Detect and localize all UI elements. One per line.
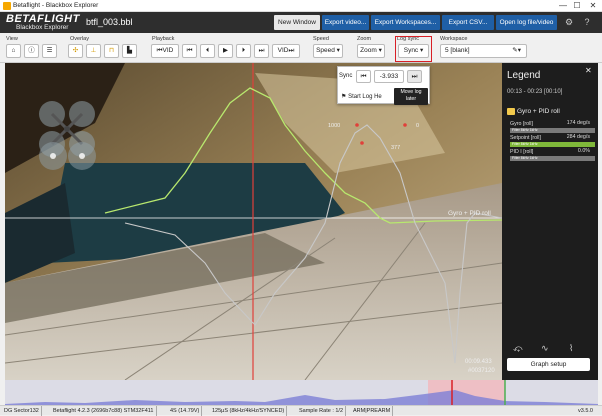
status-bar: DG Sector132 Betaflight 4.2.3 (2696b7c88…: [0, 405, 602, 416]
pencil-icon[interactable]: ✎▾: [512, 45, 521, 57]
value-label-0: 0: [416, 123, 420, 129]
zoom-group-label: Zoom: [357, 36, 372, 42]
legend-range: 00:13 - 00:23 [00:10]: [507, 89, 563, 95]
sync-label: Sync: [339, 73, 353, 79]
gyro-trace: [104, 87, 502, 224]
step-forward-icon: ⏵: [241, 47, 246, 54]
waveform-icon[interactable]: ∿: [541, 343, 549, 354]
new-window-button[interactable]: New Window: [274, 15, 320, 30]
flag-icon: ⚑: [341, 94, 347, 100]
workspace-group-label: Workspace: [440, 36, 468, 42]
value-label-377: 377: [391, 145, 401, 151]
cursor-marker-1: [355, 123, 359, 127]
overlay-bars-button[interactable]: ▙: [122, 44, 137, 58]
app-subtitle: Blackbox Explorer: [16, 24, 69, 31]
jump-end-button[interactable]: ⏭: [254, 44, 269, 58]
skip-start-icon: ⏮: [186, 47, 193, 54]
log-timeline[interactable]: [5, 380, 598, 405]
info-icon: ⓘ: [28, 47, 35, 54]
folder-icon: [507, 108, 515, 115]
video-back-button[interactable]: ⏮VID: [151, 44, 179, 58]
legend-panel: Legend ✕ 00:13 - 00:23 [00:10] Gyro + PI…: [502, 63, 598, 380]
workspace-select[interactable]: 5 [blank] ✎▾: [440, 44, 527, 58]
spectrum-icon[interactable]: ⤽: [513, 343, 523, 354]
info-view-button[interactable]: ⓘ: [24, 44, 39, 58]
table-icon: ☰: [46, 47, 53, 54]
analyser-icon: ⊓: [108, 47, 115, 54]
cursor-marker-2: [360, 141, 364, 145]
playback-group-label: Playback: [152, 36, 175, 42]
skip-end-icon: ⏭: [258, 47, 265, 54]
home-icon: ⌂: [11, 47, 16, 54]
export-workspaces-button[interactable]: Export Workspaces...: [371, 15, 440, 30]
play-button[interactable]: ▶: [218, 44, 233, 58]
trace-label: Gyro + PID roll: [448, 210, 491, 217]
open-log-button[interactable]: Open log file/video: [496, 15, 557, 30]
sync-offset-input[interactable]: -3.933: [374, 70, 404, 83]
log-filename: btfl_003.bbl: [86, 17, 133, 27]
app-icon: [3, 2, 11, 10]
close-icon[interactable]: ✕: [585, 66, 592, 75]
move-log-later-button[interactable]: ⏭: [407, 70, 422, 83]
stick-overlay: [38, 141, 68, 171]
maximize-button[interactable]: ☐: [572, 1, 582, 11]
legend-row[interactable]: Setpoint [roll] 284 deg/s Filter 8kHz 1k…: [510, 134, 595, 147]
craft-icon: ✣: [72, 47, 79, 54]
cursor-marker-3: [403, 123, 407, 127]
overlay-craft-button[interactable]: ✣: [68, 44, 83, 58]
close-window-button[interactable]: ✕: [588, 1, 598, 11]
fast-forward-icon: ⏭: [288, 47, 295, 54]
gear-icon[interactable]: ⚙: [562, 15, 576, 30]
move-log-later-tooltip: Move log later: [394, 88, 428, 105]
step-forward-button[interactable]: ⏵: [236, 44, 251, 58]
video-forward-button[interactable]: VID⏭: [272, 44, 300, 58]
speed-dropdown[interactable]: Speed ▾: [313, 44, 343, 58]
export-video-button[interactable]: Export video...: [322, 15, 369, 30]
play-icon: ▶: [223, 47, 228, 54]
overlay-sticks-button[interactable]: ⊥: [86, 44, 101, 58]
video-time: 00:09.433: [465, 359, 492, 365]
skip-back-icon: ⏮: [360, 73, 367, 80]
view-group-label: View: [6, 36, 18, 42]
value-label-1000: 1000: [328, 123, 341, 129]
sticks-icon: ⊥: [90, 47, 97, 54]
bar-chart-icon: ▙: [127, 47, 132, 54]
legend-row[interactable]: Gyro [roll] 174 deg/s Filter 8kHz 1kHz: [510, 120, 595, 133]
export-csv-button[interactable]: Export CSV...: [442, 15, 494, 30]
skip-forward-icon: ⏭: [411, 73, 418, 80]
sync-highlight-box: [395, 36, 432, 62]
jump-start-button[interactable]: ⏮: [182, 44, 197, 58]
overlay-group-label: Overlay: [70, 36, 89, 42]
legend-title: Legend: [507, 70, 541, 81]
frame-number: #0037120: [468, 368, 495, 374]
legend-row[interactable]: PID I [roll] 0.0% Filter 8kHz 1kHz: [510, 148, 595, 161]
start-log-here-item[interactable]: ⚑ Start Log He: [341, 93, 382, 100]
stick-overlay-right: [67, 141, 97, 171]
window-title: Betaflight - Blackbox Explorer: [13, 2, 99, 9]
window-titlebar: Betaflight - Blackbox Explorer — ☐ ✕: [0, 0, 602, 12]
step-back-icon: ⏴: [205, 47, 210, 54]
step-back-button[interactable]: ⏴: [200, 44, 215, 58]
zoom-dropdown[interactable]: Zoom ▾: [357, 44, 385, 58]
timeline-chart: [5, 380, 598, 405]
overlay-analyser-button[interactable]: ⊓: [104, 44, 119, 58]
minimize-button[interactable]: —: [558, 1, 568, 11]
workspace-value: 5 [blank]: [445, 47, 470, 54]
home-view-button[interactable]: ⌂: [6, 44, 21, 58]
question-icon[interactable]: ?: [580, 15, 594, 30]
graph-setup-button[interactable]: Graph setup: [507, 358, 590, 371]
move-log-earlier-button[interactable]: ⏮: [356, 70, 371, 83]
legend-group-name[interactable]: Gyro + PID roll: [517, 108, 560, 115]
speed-group-label: Speed: [313, 36, 329, 42]
table-view-button[interactable]: ☰: [42, 44, 57, 58]
zoom-curve-icon[interactable]: ⌇: [569, 343, 573, 354]
video-graph-canvas[interactable]: 1000 0 377 Gyro + PID roll 00:09.433 #00…: [5, 63, 502, 380]
